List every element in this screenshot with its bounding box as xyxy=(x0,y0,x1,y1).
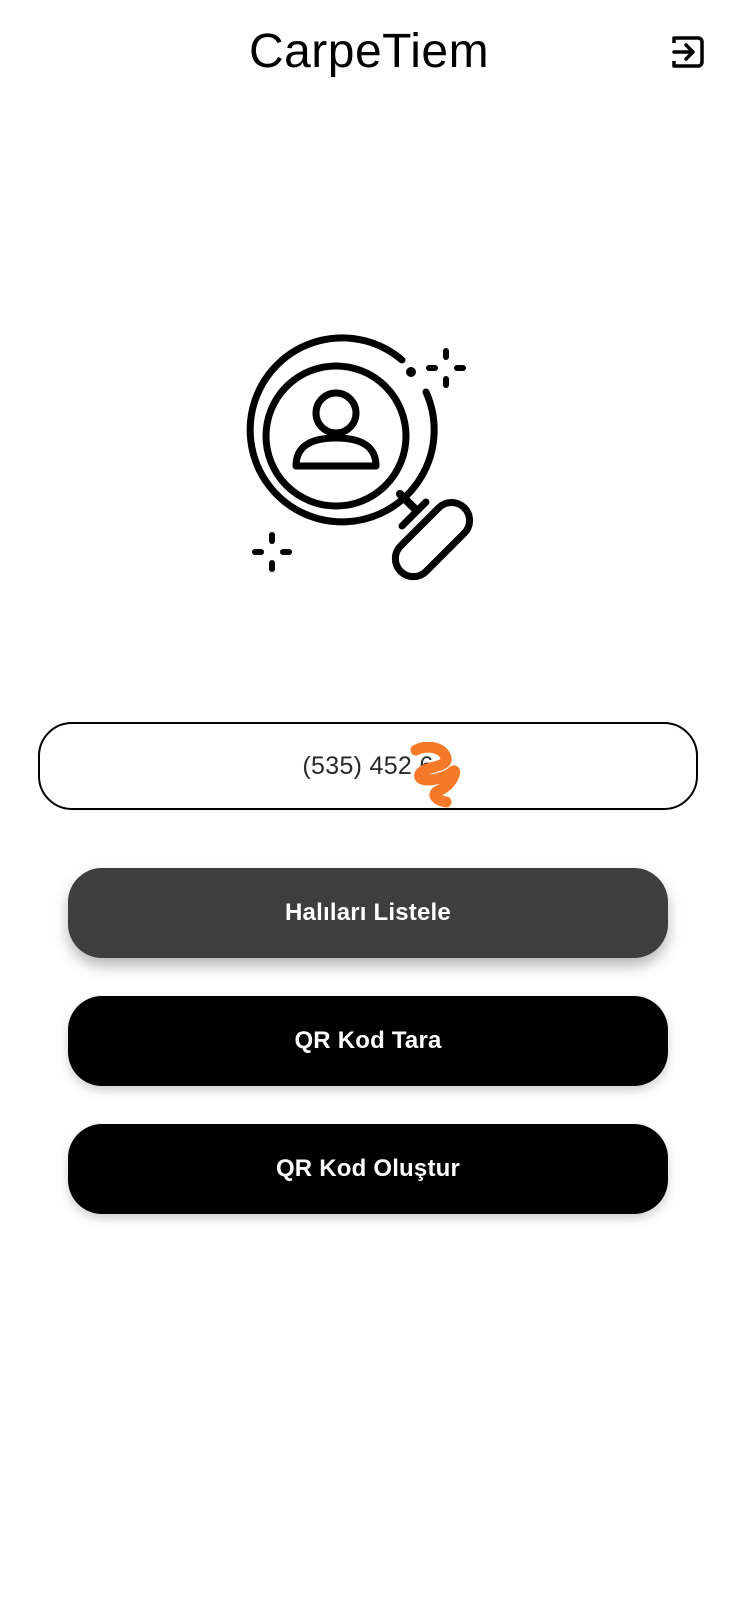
app-title: CarpeTiem xyxy=(248,25,490,78)
list-carpets-button[interactable]: Halıları Listele xyxy=(68,868,668,958)
redaction-scribble xyxy=(410,742,461,808)
search-user-icon xyxy=(246,334,474,581)
phone-number-field[interactable]: (535) 452 6 xyxy=(38,722,698,810)
logout-button[interactable] xyxy=(668,32,708,72)
app-bar: CarpeTiem xyxy=(0,0,738,110)
scan-qr-button[interactable]: QR Kod Tara xyxy=(68,996,668,1086)
logout-icon xyxy=(672,36,704,68)
search-user-illustration xyxy=(240,330,500,600)
create-qr-button[interactable]: QR Kod Oluştur xyxy=(68,1124,668,1214)
